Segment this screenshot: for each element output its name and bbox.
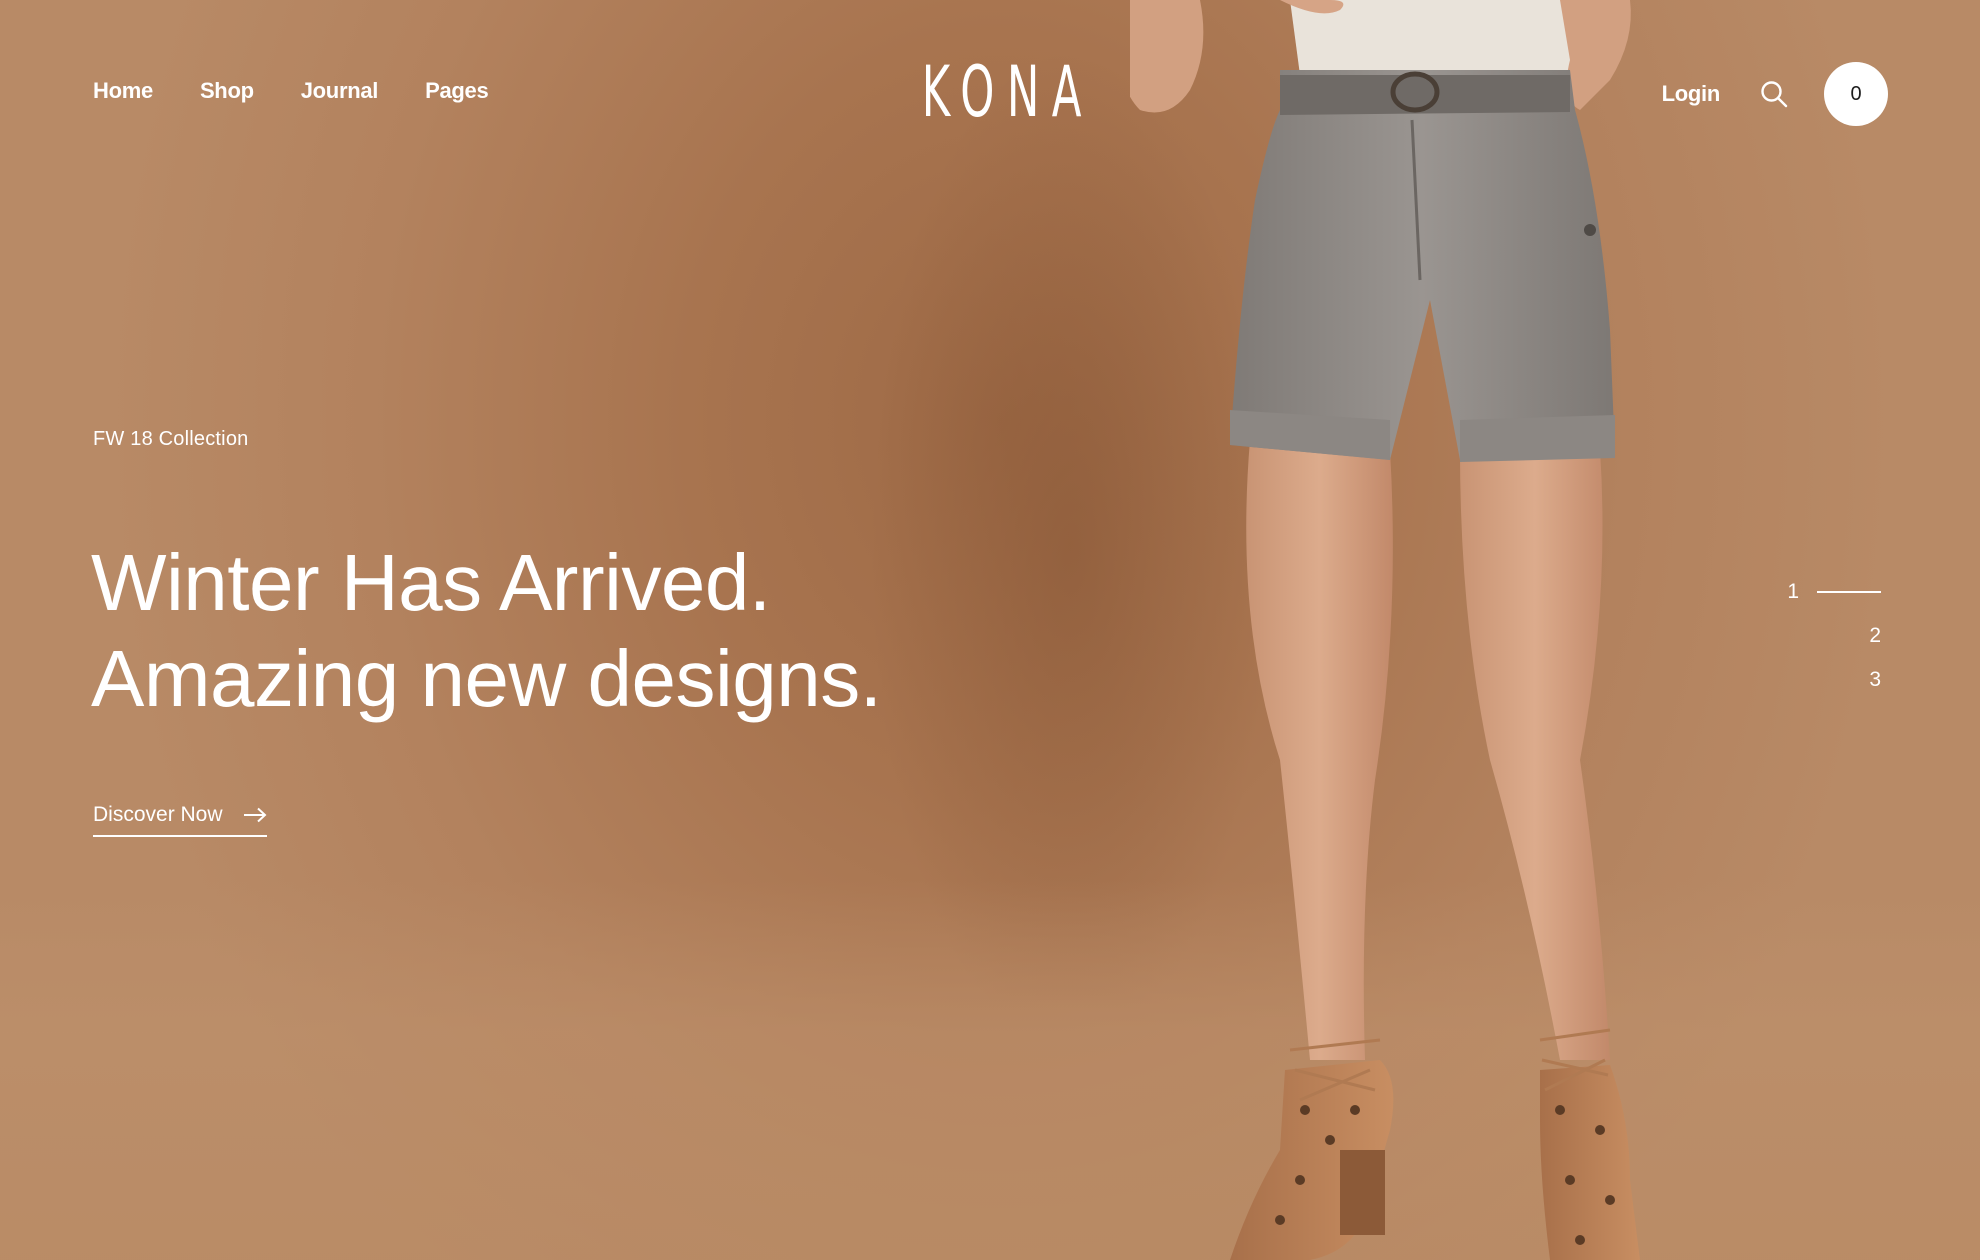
site-logo[interactable]: KONA: [922, 52, 1082, 132]
header-tools: Login 0: [1662, 62, 1888, 126]
discover-now-button[interactable]: Discover Now: [93, 803, 267, 837]
slide-3-label: 3: [1869, 668, 1881, 691]
collection-eyebrow: FW 18 Collection: [93, 428, 249, 450]
cart-count: 0: [1850, 82, 1862, 105]
slide-1-dot[interactable]: 1: [1787, 570, 1881, 614]
headline-line-2: Amazing new designs.: [91, 634, 882, 723]
arrow-right-icon: [243, 807, 267, 823]
active-slide-indicator: [1817, 591, 1881, 593]
cta-label: Discover Now: [93, 803, 223, 826]
nav-shop[interactable]: Shop: [200, 78, 254, 104]
cart-button[interactable]: 0: [1824, 62, 1888, 126]
main-nav: Home Shop Journal Pages: [93, 78, 489, 104]
slide-3-dot[interactable]: 3: [1787, 658, 1881, 702]
slider-pagination: 1 2 3: [1787, 570, 1881, 702]
slide-1-label: 1: [1787, 580, 1799, 603]
hero-headline: Winter Has Arrived. Amazing new designs.: [91, 535, 882, 727]
nav-journal[interactable]: Journal: [301, 78, 379, 104]
headline-line-1: Winter Has Arrived.: [91, 538, 771, 627]
search-icon[interactable]: [1760, 80, 1788, 108]
login-link[interactable]: Login: [1662, 81, 1721, 107]
hero-model-image: [1130, 0, 1640, 1260]
nav-home[interactable]: Home: [93, 78, 153, 104]
slide-2-dot[interactable]: 2: [1787, 614, 1881, 658]
slide-2-label: 2: [1869, 624, 1881, 647]
nav-pages[interactable]: Pages: [425, 78, 489, 104]
